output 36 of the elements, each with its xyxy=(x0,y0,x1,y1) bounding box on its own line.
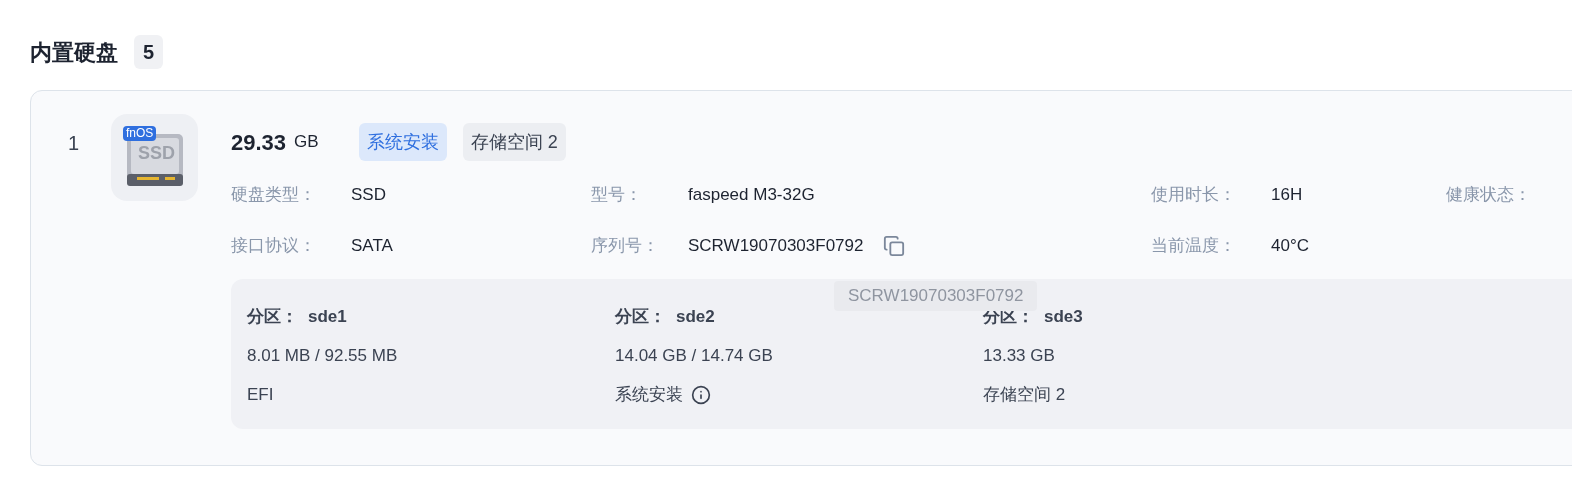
info-value: 40°C xyxy=(1271,234,1309,257)
info-label: 接口协议： xyxy=(231,234,317,257)
copy-icon[interactable] xyxy=(883,234,906,257)
info-value: faspeed M3-32G xyxy=(688,183,815,206)
info-label: 当前温度： xyxy=(1151,234,1237,257)
ssd-label: SSD xyxy=(138,144,175,162)
disk-index: 1 xyxy=(68,131,81,156)
partition-role: 系统安装 xyxy=(615,384,683,407)
partition-role: 存储空间 2 xyxy=(983,384,1066,407)
tag: 存储空间 2 xyxy=(462,123,566,161)
info-label: 健康状态： xyxy=(1446,183,1532,206)
disk-count: 5 xyxy=(134,35,164,69)
partition-usage: 8.01 MB / 92.55 MB xyxy=(247,345,399,367)
partition-usage: 14.04 GB / 14.74 GB xyxy=(615,345,774,367)
info-label: 序列号： xyxy=(591,234,660,257)
partition-usage: 13.33 GB xyxy=(983,345,1056,367)
partition-name: sde2 xyxy=(676,306,715,329)
info-label: 使用时长： xyxy=(1151,183,1237,206)
partition-label: 分区： xyxy=(615,306,666,329)
os-badge: fnOS xyxy=(123,126,157,141)
info-label: 硬盘类型： xyxy=(231,183,317,206)
section-title: 内置硬盘 xyxy=(30,38,118,67)
info-label: 型号： xyxy=(591,183,643,206)
disk-size: 29.33 xyxy=(231,128,287,157)
info-value: SSD xyxy=(351,183,386,206)
info-value: 16H xyxy=(1271,183,1303,206)
tag: 系统安装 xyxy=(358,123,447,161)
serial-tooltip: SCRW19070303F0792 xyxy=(834,281,1038,311)
info-icon[interactable] xyxy=(691,385,711,405)
partition-role: EFI xyxy=(247,384,274,407)
info-value: SATA xyxy=(351,234,393,257)
size-unit: GB xyxy=(294,131,319,154)
partition-name: sde3 xyxy=(1044,306,1083,329)
partition-name: sde1 xyxy=(308,306,347,329)
partition-label: 分区： xyxy=(247,306,298,329)
info-value: SCRW19070303F0792 xyxy=(688,234,864,257)
